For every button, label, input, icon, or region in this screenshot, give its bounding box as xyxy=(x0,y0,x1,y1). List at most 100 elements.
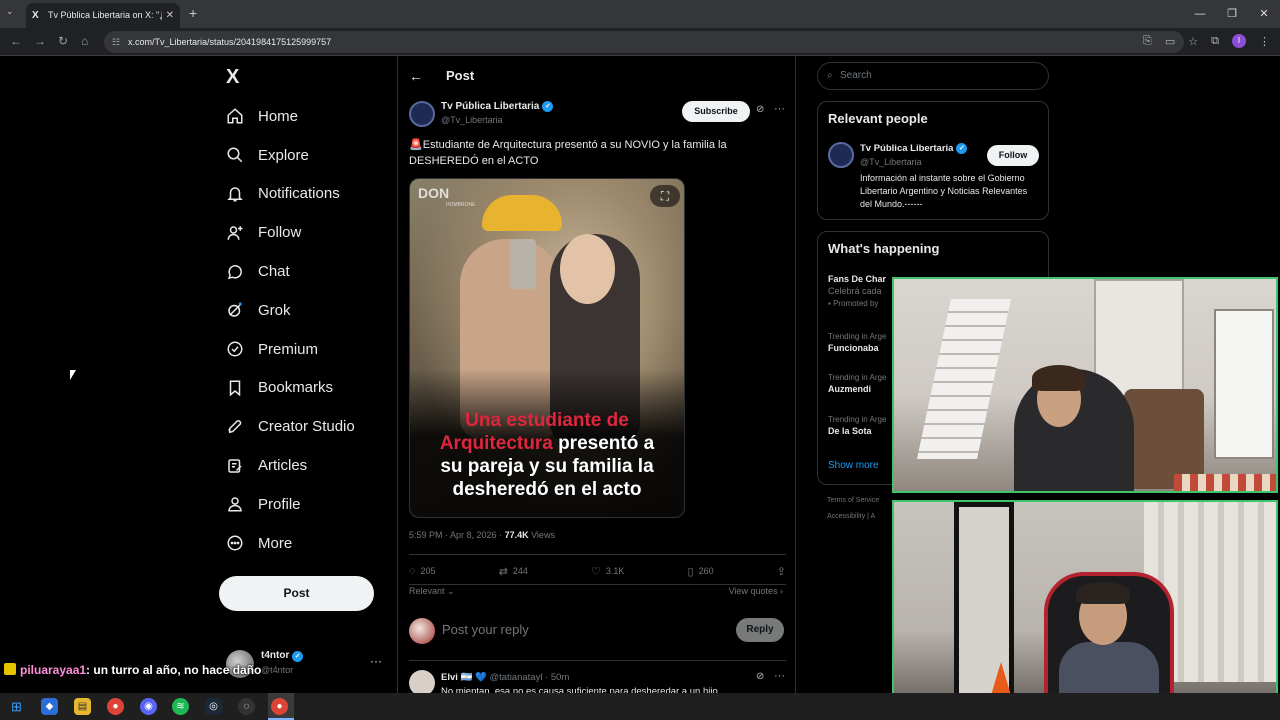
close-window-button[interactable]: ✕ xyxy=(1248,0,1280,28)
more-options-icon[interactable]: ··· xyxy=(774,103,785,115)
back-icon[interactable]: ← xyxy=(10,34,22,48)
sidebar-nav: Home Explore Notifications Follow Chat G… xyxy=(226,97,355,563)
rocket-icon xyxy=(226,418,244,436)
author-avatar[interactable] xyxy=(409,101,435,127)
spotify-icon[interactable]: ≋ xyxy=(172,698,189,715)
reply-action[interactable]: ◌ 205 xyxy=(409,565,436,577)
search-input[interactable]: ⌕ Search xyxy=(817,62,1049,90)
person-icon xyxy=(226,495,244,513)
browser-menu-icon[interactable]: ⋮ xyxy=(1259,35,1270,48)
tab-close-icon[interactable]: ✕ xyxy=(166,10,174,21)
sidebar-item-articles[interactable]: Articles xyxy=(226,446,355,485)
image-watermark-sub: HOMBRONE xyxy=(446,202,476,208)
sidebar-item-creator-studio[interactable]: Creator Studio xyxy=(226,407,355,446)
author-handle[interactable]: @Tv_Libertaria xyxy=(441,115,503,125)
trend-item[interactable]: Trending in Arge De la Sota xyxy=(828,415,886,436)
site-info-icon[interactable]: ☷ xyxy=(112,31,120,53)
person-name[interactable]: Tv Pública Libertaria ✓ xyxy=(860,143,968,154)
discord-icon[interactable]: ◉ xyxy=(140,698,157,715)
sidebar-item-bookmarks[interactable]: Bookmarks xyxy=(226,369,355,408)
sidebar-item-explore[interactable]: Explore xyxy=(226,136,355,175)
forward-icon[interactable]: → xyxy=(34,34,46,48)
webcam-overlay-bottom xyxy=(892,500,1278,717)
account-more-icon[interactable]: ··· xyxy=(370,654,382,668)
show-more-link[interactable]: Show more xyxy=(828,460,879,471)
back-arrow-icon[interactable]: ← xyxy=(409,68,423,84)
sidebar-item-grok[interactable]: Grok xyxy=(226,291,355,330)
sidebar-item-label: Chat xyxy=(258,263,290,281)
translate-icon[interactable]: ⎘ xyxy=(1143,35,1152,48)
minimize-button[interactable]: — xyxy=(1184,0,1216,28)
sidebar-item-more[interactable]: More xyxy=(226,524,355,563)
window-controls: — ❐ ✕ xyxy=(1184,0,1280,28)
copilot-icon[interactable]: ◆ xyxy=(41,698,58,715)
url-field[interactable]: ☷ x.com/Tv_Libertaria/status/20419841751… xyxy=(104,31,1184,53)
more-circle-icon xyxy=(226,534,244,552)
trend-item[interactable]: Fans De Char Celebrá cada ▪ Promoted by xyxy=(828,274,886,308)
comment-header: Elvi 🇦🇷 💙 @tatianatayl · 50m xyxy=(441,672,569,683)
repost-action[interactable]: ⇄ 244 xyxy=(499,565,528,578)
article-edit-icon xyxy=(226,457,244,475)
cast-icon[interactable]: ▭ xyxy=(1165,35,1175,48)
cam-person-hair xyxy=(1076,582,1130,604)
comment-author[interactable]: Elvi 🇦🇷 💙 xyxy=(441,672,487,683)
steam-icon[interactable]: ◎ xyxy=(205,698,222,715)
footer-link[interactable]: Accessibility | A xyxy=(827,513,875,520)
post-button[interactable]: Post xyxy=(219,576,374,611)
follow-button[interactable]: Follow xyxy=(987,145,1039,166)
bookmark-action[interactable]: ▯ 260 xyxy=(688,565,714,578)
grok-icon[interactable]: ⊘ xyxy=(756,104,764,115)
post-image[interactable]: DON HOMBRONE ⛶ Una estudiante de Arquite… xyxy=(409,178,685,518)
person-avatar[interactable] xyxy=(828,142,854,168)
divider xyxy=(409,554,786,555)
divider xyxy=(409,584,786,585)
grok-icon[interactable]: ⊘ xyxy=(756,671,764,682)
restore-button[interactable]: ❐ xyxy=(1216,0,1248,28)
sidebar-item-chat[interactable]: Chat xyxy=(226,252,355,291)
subscribe-button[interactable]: Subscribe xyxy=(682,101,750,122)
tab-list-chevron-icon[interactable]: ⌄ xyxy=(6,6,14,17)
like-action[interactable]: ♡ 3.1K xyxy=(591,565,624,578)
x-logo[interactable]: X xyxy=(226,66,239,89)
obs-icon[interactable]: ◌ xyxy=(238,698,255,715)
new-tab-button[interactable]: + xyxy=(189,5,197,21)
chrome-icon[interactable]: ● xyxy=(107,698,124,715)
sidebar-item-label: Profile xyxy=(258,495,301,513)
extensions-icon[interactable]: ⧉ xyxy=(1211,35,1219,48)
trend-item[interactable]: Trending in Arge Auzmendi xyxy=(828,373,886,394)
share-action[interactable]: ⇪ xyxy=(777,565,786,578)
reload-icon[interactable]: ↻ xyxy=(58,34,68,48)
chrome-active-icon[interactable]: ● xyxy=(271,698,288,715)
bookmark-star-icon[interactable]: ☆ xyxy=(1188,35,1198,48)
image-phone xyxy=(510,239,536,289)
footer-link[interactable]: Terms of Service xyxy=(827,497,879,504)
divider xyxy=(409,660,786,661)
expand-icon[interactable]: ⛶ xyxy=(650,185,680,207)
sidebar-item-label: More xyxy=(258,534,293,552)
file-explorer-icon[interactable]: ▤ xyxy=(74,698,91,715)
reply-input[interactable]: Post your reply xyxy=(442,622,529,637)
sidebar-item-label: Follow xyxy=(258,224,302,242)
verified-badge-icon: ✓ xyxy=(956,143,968,154)
views-count: 77.4K xyxy=(504,530,529,540)
home-browser-icon[interactable]: ⌂ xyxy=(81,34,88,48)
more-options-icon[interactable]: ··· xyxy=(774,670,785,682)
trend-item[interactable]: Trending in Arge Funcionaba xyxy=(828,332,886,353)
sidebar-item-label: Grok xyxy=(258,301,291,319)
profile-avatar-icon[interactable]: I xyxy=(1232,34,1246,48)
reply-sort-dropdown[interactable]: Relevant ⌄ xyxy=(409,586,455,597)
author-name[interactable]: Tv Pública Libertaria ✓ xyxy=(441,101,554,112)
sidebar-item-notifications[interactable]: Notifications xyxy=(226,175,355,214)
reply-button[interactable]: Reply xyxy=(736,618,784,642)
person-handle[interactable]: @Tv_Libertaria xyxy=(860,157,922,167)
comment-handle[interactable]: @tatianatayl · 50m xyxy=(489,672,569,683)
sidebar-item-follow[interactable]: Follow xyxy=(226,213,355,252)
sidebar-item-premium[interactable]: Premium xyxy=(226,330,355,369)
sidebar-item-home[interactable]: Home xyxy=(226,97,355,136)
browser-tab[interactable]: X Tv Pública Libertaria on X: "🚨E ✕ xyxy=(26,3,180,28)
address-bar-row: ← → ↻ ⌂ ☷ x.com/Tv_Libertaria/status/204… xyxy=(0,28,1280,56)
view-quotes-link[interactable]: View quotes › xyxy=(729,586,783,596)
start-icon[interactable]: ⊞ xyxy=(8,698,25,715)
sidebar-item-profile[interactable]: Profile xyxy=(226,485,355,524)
tab-title: Tv Pública Libertaria on X: "🚨E xyxy=(48,10,162,20)
